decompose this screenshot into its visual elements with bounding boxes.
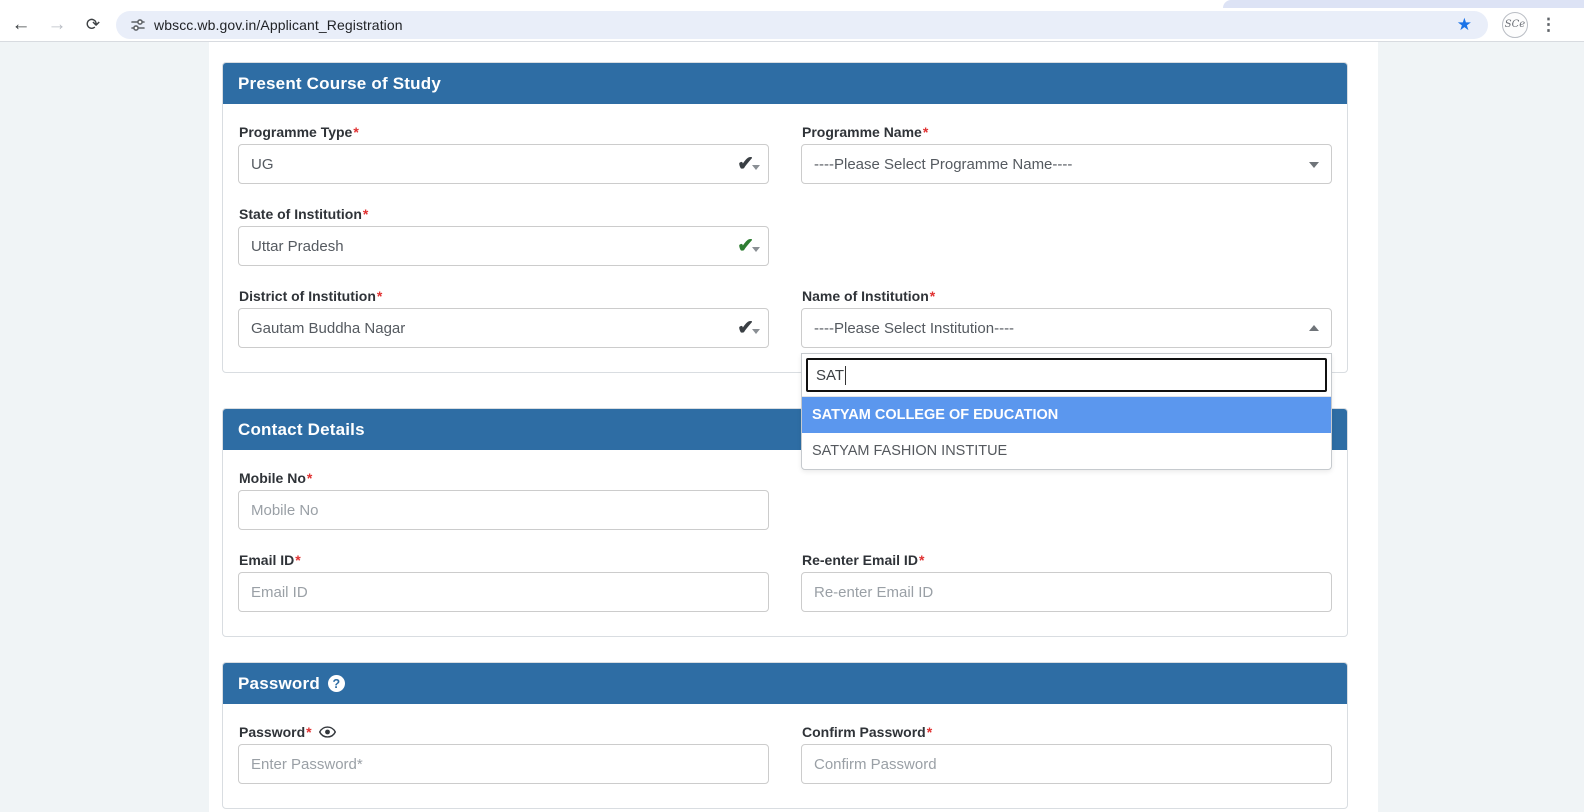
district-of-institution-value: Gautam Buddha Nagar [251, 320, 405, 337]
address-bar[interactable]: wbscc.wb.gov.in/Applicant_Registration ★ [116, 11, 1488, 39]
search-text: SAT [816, 367, 844, 384]
required-asterisk: * [377, 288, 382, 304]
browser-toolbar: ← → ⟳ wbscc.wb.gov.in/Applicant_Registra… [0, 8, 1584, 42]
required-asterisk: * [927, 724, 932, 740]
valid-check-icon: ✔ [737, 150, 754, 178]
programme-type-label: Programme Type* [239, 124, 769, 140]
bookmark-star-icon[interactable]: ★ [1457, 15, 1472, 35]
window-edge [1223, 0, 1584, 8]
required-asterisk: * [353, 124, 358, 140]
state-of-institution-label: State of Institution* [239, 206, 769, 222]
reload-icon[interactable]: ⟳ [78, 11, 108, 39]
mobile-no-label: Mobile No* [239, 470, 769, 486]
url-text[interactable]: wbscc.wb.gov.in/Applicant_Registration [154, 17, 1457, 33]
required-asterisk: * [919, 552, 924, 568]
required-asterisk: * [930, 288, 935, 304]
email-id-label: Email ID* [239, 552, 769, 568]
help-question-icon[interactable]: ? [328, 675, 345, 692]
panel-password: Password ? Password* Confirm Password* [222, 662, 1348, 809]
programme-name-select[interactable]: ----Please Select Programme Name---- [801, 144, 1332, 184]
valid-check-icon: ✔ [737, 314, 754, 342]
valid-check-icon: ✔ [737, 232, 754, 260]
state-of-institution-select[interactable]: Uttar Pradesh ✔ [238, 226, 769, 266]
programme-name-label: Programme Name* [802, 124, 1332, 140]
password-label: Password* [239, 724, 769, 740]
password-input[interactable] [238, 744, 769, 784]
institution-search-input[interactable]: SAT [806, 358, 1327, 392]
district-of-institution-select[interactable]: Gautam Buddha Nagar ✔ [238, 308, 769, 348]
section-title: Present Course of Study [238, 74, 441, 94]
name-of-institution-label: Name of Institution* [802, 288, 1332, 304]
re-enter-email-id-input[interactable] [801, 572, 1332, 612]
browser-top-strip [0, 0, 1584, 8]
name-of-institution-value: ----Please Select Institution---- [814, 320, 1014, 337]
required-asterisk: * [307, 470, 312, 486]
section-title: Password [238, 674, 320, 694]
mobile-no-input[interactable] [238, 490, 769, 530]
panel-header-present-course: Present Course of Study [223, 63, 1347, 104]
confirm-password-input[interactable] [801, 744, 1332, 784]
back-icon[interactable]: ← [6, 11, 36, 39]
text-cursor [845, 366, 846, 385]
site-info-icon[interactable] [130, 17, 146, 33]
programme-type-select[interactable]: UG ✔ [238, 144, 769, 184]
profile-avatar[interactable]: SCe [1502, 12, 1528, 38]
required-asterisk: * [923, 124, 928, 140]
institution-dropdown: SAT SATYAM COLLEGE OF EDUCATION SATYAM F… [801, 353, 1332, 470]
district-of-institution-label: District of Institution* [239, 288, 769, 304]
programme-name-value: ----Please Select Programme Name---- [814, 156, 1072, 173]
browser-menu-icon[interactable]: ⋮ [1540, 15, 1557, 35]
state-of-institution-value: Uttar Pradesh [251, 238, 344, 255]
chevron-up-icon [1309, 320, 1319, 331]
section-title: Contact Details [238, 420, 365, 440]
chevron-down-icon [1309, 162, 1319, 173]
dropdown-option[interactable]: SATYAM FASHION INSTITUE [802, 433, 1331, 469]
required-asterisk: * [306, 724, 311, 740]
name-of-institution-select[interactable]: ----Please Select Institution---- [801, 308, 1332, 348]
show-password-eye-icon[interactable] [319, 726, 336, 738]
required-asterisk: * [363, 206, 368, 222]
confirm-password-label: Confirm Password* [802, 724, 1332, 740]
email-id-input[interactable] [238, 572, 769, 612]
re-enter-email-id-label: Re-enter Email ID* [802, 552, 1332, 568]
dropdown-option[interactable]: SATYAM COLLEGE OF EDUCATION [802, 397, 1331, 433]
programme-type-value: UG [251, 156, 274, 173]
forward-icon[interactable]: → [42, 11, 72, 39]
panel-present-course: Present Course of Study Programme Type* … [222, 62, 1348, 373]
panel-header-password: Password ? [223, 663, 1347, 704]
required-asterisk: * [295, 552, 300, 568]
institution-option-list: SATYAM COLLEGE OF EDUCATION SATYAM FASHI… [802, 396, 1331, 469]
